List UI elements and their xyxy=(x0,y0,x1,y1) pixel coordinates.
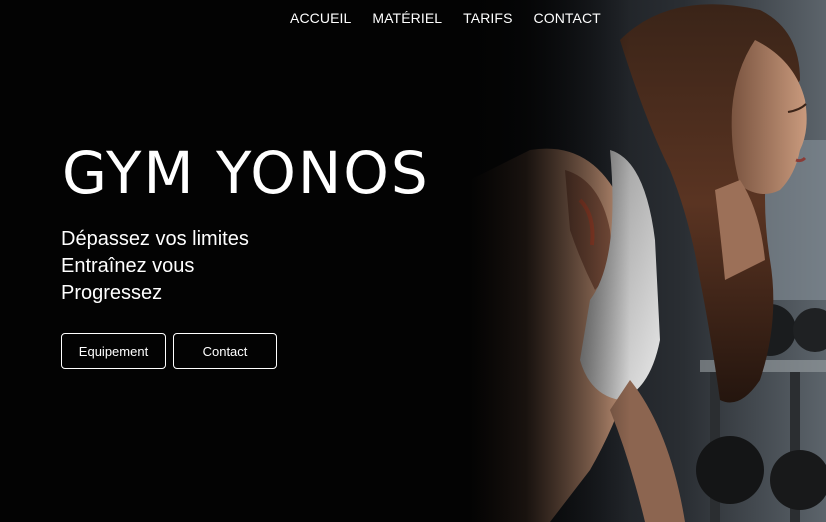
tagline-line-3: Progressez xyxy=(61,282,163,304)
nav-item-materiel[interactable]: MATÉRIEL xyxy=(372,9,442,27)
hero-section: ACCUEIL MATÉRIEL TARIFS CONTACT GYM YONO… xyxy=(0,0,826,522)
hero-tagline: Dépassez vos limites Entraînez vous Prog… xyxy=(61,226,249,307)
main-nav: ACCUEIL MATÉRIEL TARIFS CONTACT xyxy=(290,9,601,27)
equipment-button[interactable]: Equipement xyxy=(61,333,166,369)
nav-item-accueil[interactable]: ACCUEIL xyxy=(290,9,351,27)
nav-item-contact[interactable]: CONTACT xyxy=(534,9,601,27)
contact-button[interactable]: Contact xyxy=(173,333,277,369)
hero-title: GYM YONOS xyxy=(62,139,430,207)
tagline-line-2: Entraînez vous xyxy=(61,255,195,277)
nav-item-tarifs[interactable]: TARIFS xyxy=(463,9,512,27)
tagline-line-1: Dépassez vos limites xyxy=(61,228,249,250)
hero-photo xyxy=(470,0,826,522)
